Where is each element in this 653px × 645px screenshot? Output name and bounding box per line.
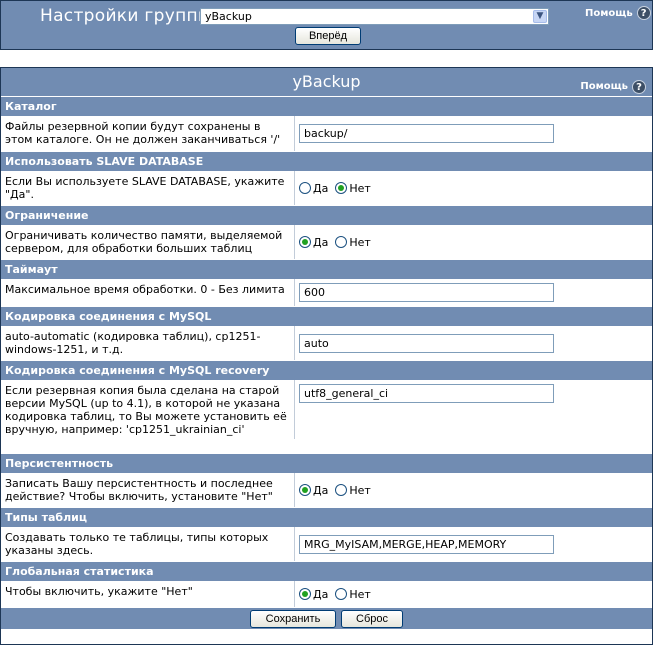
radio-label: Нет bbox=[349, 483, 371, 497]
setting-description: Создавать только те таблицы, типы которы… bbox=[1, 527, 295, 561]
setting-description: Чтобы включить, укажите "Нет" bbox=[1, 581, 295, 607]
forward-button[interactable]: Вперёд bbox=[295, 27, 361, 45]
radio-label: Нет bbox=[349, 235, 371, 249]
radio-button[interactable] bbox=[335, 588, 348, 600]
help-link[interactable]: Помощь ? bbox=[580, 73, 646, 100]
radio-label: Нет bbox=[349, 181, 371, 195]
radio-button[interactable] bbox=[335, 182, 348, 194]
help-icon[interactable]: ? bbox=[632, 79, 646, 94]
help-label: Помощь bbox=[580, 81, 628, 92]
group-settings-panel: Настройки группы yBackup ▼ Помощь ? Впер… bbox=[0, 0, 653, 50]
setting-row: Если резервная копия была сделана на ста… bbox=[1, 380, 652, 453]
help-label: Помощь bbox=[585, 7, 633, 19]
section-heading: Глобальная статистика bbox=[1, 561, 652, 581]
section-heading: Типы таблиц bbox=[1, 507, 652, 527]
form-title: yBackup bbox=[292, 72, 361, 91]
radio-button[interactable] bbox=[299, 588, 311, 600]
radio-yes[interactable]: Да bbox=[299, 236, 328, 249]
help-link[interactable]: Помощь ? bbox=[585, 6, 651, 20]
radio-label: Да bbox=[313, 587, 329, 601]
radio-yes[interactable]: Да bbox=[299, 484, 328, 497]
radio-label: Да bbox=[313, 235, 329, 249]
setting-row: Если Вы используете SLAVE DATABASE, укаж… bbox=[1, 171, 652, 205]
radio-label: Да bbox=[313, 483, 329, 497]
setting-row: Ограничивать количество памяти, выделяем… bbox=[1, 225, 652, 259]
setting-description: Ограничивать количество памяти, выделяем… bbox=[1, 225, 295, 259]
radio-label: Да bbox=[313, 181, 329, 195]
setting-row: Чтобы включить, укажите "Нет" Да Нет bbox=[1, 581, 652, 607]
radio-button[interactable] bbox=[299, 484, 311, 496]
radio-label: Нет bbox=[349, 587, 371, 601]
radio-button[interactable] bbox=[299, 182, 311, 194]
setting-row: Записать Вашу персистентность и последне… bbox=[1, 473, 652, 507]
radio-button[interactable] bbox=[335, 236, 348, 248]
settings-form: yBackup Помощь ? Каталог Файлы резервной… bbox=[0, 67, 653, 645]
chevron-down-icon[interactable]: ▼ bbox=[533, 10, 547, 23]
setting-row: Максимальное время обработки. 0 - Без ли… bbox=[1, 279, 652, 306]
setting-description: Если Вы используете SLAVE DATABASE, укаж… bbox=[1, 171, 295, 205]
setting-description: Если резервная копия была сделана на ста… bbox=[1, 380, 295, 439]
table-types-input[interactable]: MRG_MyISAM,MERGE,HEAP,MEMORY bbox=[299, 534, 554, 554]
page-title: Настройки группы bbox=[40, 6, 212, 26]
radio-no[interactable]: Нет bbox=[335, 181, 371, 195]
directory-input[interactable]: backup/ bbox=[299, 124, 554, 143]
setting-row: Создавать только те таблицы, типы которы… bbox=[1, 527, 652, 561]
reset-button[interactable]: Сброс bbox=[341, 609, 403, 628]
form-footer: Сохранить Сброс bbox=[1, 607, 652, 629]
charset-input[interactable]: auto bbox=[299, 333, 554, 353]
setting-row: auto-automatic (кодировка таблиц), cp125… bbox=[1, 326, 652, 360]
section-heading: Ограничение bbox=[1, 205, 652, 225]
radio-no[interactable]: Нет bbox=[335, 587, 371, 601]
section-heading: Каталог bbox=[1, 96, 652, 116]
setting-description: Записать Вашу персистентность и последне… bbox=[1, 473, 295, 507]
radio-yes[interactable]: Да bbox=[299, 588, 328, 601]
radio-no[interactable]: Нет bbox=[335, 483, 371, 497]
group-select[interactable]: yBackup ▼ bbox=[200, 8, 549, 25]
section-heading: Использовать SLAVE DATABASE bbox=[1, 151, 652, 171]
setting-description: Файлы резервной копии будут сохранены в … bbox=[1, 116, 295, 151]
setting-description: Максимальное время обработки. 0 - Без ли… bbox=[1, 279, 295, 306]
form-header: yBackup Помощь ? bbox=[1, 68, 652, 96]
save-button[interactable]: Сохранить bbox=[250, 609, 336, 628]
setting-description: auto-automatic (кодировка таблиц), cp125… bbox=[1, 326, 295, 360]
recovery-charset-input[interactable]: utf8_general_ci bbox=[299, 384, 554, 403]
radio-yes[interactable]: Да bbox=[299, 182, 328, 195]
timeout-input[interactable]: 600 bbox=[299, 283, 554, 302]
section-heading: Кодировка соединения с MySQL recovery bbox=[1, 360, 652, 380]
section-heading: Таймаут bbox=[1, 259, 652, 279]
radio-no[interactable]: Нет bbox=[335, 235, 371, 249]
group-select-value: yBackup bbox=[205, 10, 252, 23]
radio-button[interactable] bbox=[335, 484, 348, 496]
radio-button[interactable] bbox=[299, 236, 311, 248]
setting-row: Файлы резервной копии будут сохранены в … bbox=[1, 116, 652, 151]
section-heading: Кодировка соединения с MySQL bbox=[1, 306, 652, 326]
help-icon[interactable]: ? bbox=[636, 6, 651, 20]
section-heading: Персистентность bbox=[1, 453, 652, 473]
